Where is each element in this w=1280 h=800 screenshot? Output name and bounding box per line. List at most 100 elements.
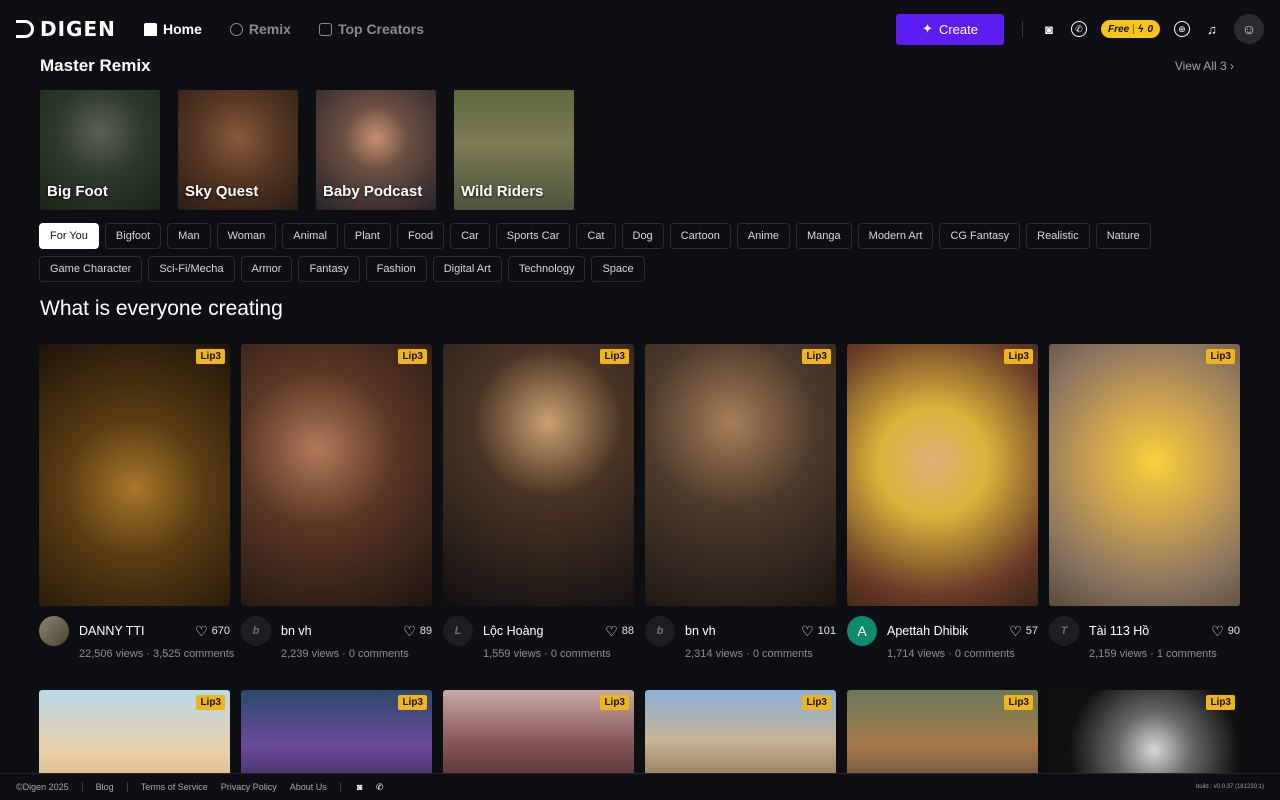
footer-link-terms[interactable]: Terms of Service bbox=[141, 782, 208, 792]
creator-avatar[interactable]: A bbox=[847, 616, 877, 646]
tag-sports-car[interactable]: Sports Car bbox=[495, 223, 571, 249]
footer-link-about[interactable]: About Us bbox=[290, 782, 327, 792]
card-meta: b bn vh ♡ 101 2,314 views · 0 comments bbox=[645, 606, 836, 676]
tag-cat[interactable]: Cat bbox=[576, 223, 616, 249]
lightning-icon: ϟ bbox=[1138, 23, 1144, 35]
feed-thumbnail[interactable]: Lip3 bbox=[645, 344, 836, 606]
tag-technology[interactable]: Technology bbox=[507, 256, 586, 282]
like-button[interactable]: ♡ 89 bbox=[403, 624, 432, 638]
master-remix-row: Big Foot Sky Quest Baby Podcast Wild Rid… bbox=[40, 90, 574, 210]
whatsapp-icon[interactable]: ✆ bbox=[1071, 21, 1088, 37]
tag-sci-fi-mecha[interactable]: Sci-Fi/Mecha bbox=[148, 256, 235, 282]
plan-divider bbox=[1133, 24, 1135, 34]
tag-fantasy[interactable]: Fantasy bbox=[298, 256, 360, 282]
card-stats: 1,714 views · 0 comments bbox=[887, 648, 1015, 660]
card-meta: L Lộc Hoàng ♡ 88 1,559 views · 0 comments bbox=[443, 606, 634, 676]
brand-logo[interactable]: DIGEN bbox=[16, 17, 134, 41]
globe-icon[interactable]: ⊕ bbox=[1174, 21, 1190, 37]
footer-link-privacy[interactable]: Privacy Policy bbox=[221, 782, 277, 792]
feed-thumbnail[interactable]: Lip3 bbox=[1049, 344, 1240, 606]
remix-card-baby-podcast[interactable]: Baby Podcast bbox=[316, 90, 436, 210]
model-badge: Lip3 bbox=[196, 349, 225, 364]
model-badge: Lip3 bbox=[196, 695, 225, 710]
creator-name[interactable]: Apettah Dhibik bbox=[887, 624, 968, 638]
feed-card[interactable]: Lip3 T Tài 113 Hồ ♡ 90 2,159 views · 1 co… bbox=[1049, 344, 1240, 676]
plan-badge[interactable]: Free ϟ 0 bbox=[1101, 20, 1160, 38]
remix-card-wild-riders[interactable]: Wild Riders bbox=[454, 90, 574, 210]
feed-thumbnail[interactable]: Lip3 bbox=[241, 344, 432, 606]
tag-car[interactable]: Car bbox=[450, 223, 490, 249]
card-stats: 2,239 views · 0 comments bbox=[281, 648, 409, 660]
like-count: 89 bbox=[419, 625, 432, 637]
user-avatar-button[interactable]: ☺ bbox=[1234, 14, 1264, 44]
tag-man[interactable]: Man bbox=[167, 223, 211, 249]
whatsapp-icon[interactable]: ✆ bbox=[374, 781, 386, 793]
creator-name[interactable]: bn vh bbox=[281, 624, 312, 638]
footer-link-blog[interactable]: Blog bbox=[96, 782, 114, 792]
tag-armor[interactable]: Armor bbox=[240, 256, 293, 282]
like-button[interactable]: ♡ 90 bbox=[1211, 624, 1240, 638]
tag-nature[interactable]: Nature bbox=[1095, 223, 1151, 249]
like-button[interactable]: ♡ 57 bbox=[1009, 624, 1038, 638]
tag-animal[interactable]: Animal bbox=[282, 223, 338, 249]
create-button[interactable]: ✦ Create bbox=[896, 13, 1005, 45]
tag-food[interactable]: Food bbox=[396, 223, 445, 249]
tag-digital-art[interactable]: Digital Art bbox=[432, 256, 502, 282]
tag-manga[interactable]: Manga bbox=[796, 223, 852, 249]
discord-icon[interactable]: ◙ bbox=[1041, 21, 1057, 37]
feed-card[interactable]: Lip3 DANNY TTI ♡ 670 22,506 views · 3,525… bbox=[39, 344, 234, 676]
tag-plant[interactable]: Plant bbox=[343, 223, 391, 249]
tag-fashion[interactable]: Fashion bbox=[365, 256, 427, 282]
tag-space[interactable]: Space bbox=[591, 256, 645, 282]
card-stats: 2,159 views · 1 comments bbox=[1089, 648, 1217, 660]
nav-remix-label: Remix bbox=[248, 21, 291, 37]
remix-card-big-foot[interactable]: Big Foot bbox=[40, 90, 160, 210]
model-badge: Lip3 bbox=[600, 349, 629, 364]
tag-anime[interactable]: Anime bbox=[736, 223, 791, 249]
creator-avatar[interactable] bbox=[39, 616, 69, 646]
creator-avatar[interactable]: T bbox=[1049, 616, 1079, 646]
discord-icon[interactable]: ◙ bbox=[354, 781, 366, 793]
like-button[interactable]: ♡ 670 bbox=[195, 624, 230, 638]
creator-avatar[interactable]: b bbox=[241, 616, 271, 646]
tag-realistic[interactable]: Realistic bbox=[1026, 223, 1090, 249]
plan-label: Free bbox=[1108, 23, 1130, 35]
like-button[interactable]: ♡ 88 bbox=[605, 624, 634, 638]
feed-card[interactable]: Lip3 b bn vh ♡ 89 2,239 views · 0 comment… bbox=[241, 344, 432, 676]
feed-thumbnail[interactable]: Lip3 bbox=[443, 344, 634, 606]
model-badge: Lip3 bbox=[1206, 349, 1235, 364]
tag-modern-art[interactable]: Modern Art bbox=[857, 223, 934, 249]
creator-avatar[interactable]: L bbox=[443, 616, 473, 646]
tag-game-character[interactable]: Game Character bbox=[39, 256, 143, 282]
feed-card[interactable]: Lip3 A Apettah Dhibik ♡ 57 1,714 views · … bbox=[847, 344, 1038, 676]
main-nav: Home Remix Top Creators bbox=[144, 21, 424, 37]
remix-icon bbox=[229, 22, 243, 36]
nav-top-creators-label: Top Creators bbox=[337, 21, 425, 37]
model-badge: Lip3 bbox=[1004, 349, 1033, 364]
tag-cartoon[interactable]: Cartoon bbox=[669, 223, 731, 249]
creator-name[interactable]: bn vh bbox=[685, 624, 716, 638]
feed-card[interactable]: Lip3 L Lộc Hoàng ♡ 88 1,559 views · 0 com… bbox=[443, 344, 634, 676]
remix-card-sky-quest[interactable]: Sky Quest bbox=[178, 90, 298, 210]
nav-remix[interactable]: Remix bbox=[229, 21, 291, 37]
feed-thumbnail[interactable]: Lip3 bbox=[39, 344, 230, 606]
tag-bigfoot[interactable]: Bigfoot bbox=[104, 223, 162, 249]
model-badge: Lip3 bbox=[1206, 695, 1235, 710]
nav-top-creators[interactable]: Top Creators bbox=[318, 21, 425, 37]
view-all-label: View All 3 bbox=[1174, 59, 1227, 73]
tag-cg-fantasy[interactable]: CG Fantasy bbox=[939, 223, 1021, 249]
feed-card[interactable]: Lip3 b bn vh ♡ 101 2,314 views · 0 commen… bbox=[645, 344, 836, 676]
like-count: 670 bbox=[211, 625, 230, 637]
bell-icon[interactable]: ♫ bbox=[1204, 21, 1220, 37]
nav-home[interactable]: Home bbox=[144, 21, 202, 37]
feed-thumbnail[interactable]: Lip3 bbox=[847, 344, 1038, 606]
tag-dog[interactable]: Dog bbox=[621, 223, 664, 249]
tag-woman[interactable]: Woman bbox=[216, 223, 277, 249]
like-button[interactable]: ♡ 101 bbox=[801, 624, 836, 638]
tag-for-you[interactable]: For You bbox=[39, 223, 99, 249]
creator-name[interactable]: Lộc Hoàng bbox=[483, 624, 543, 638]
creator-avatar[interactable]: b bbox=[645, 616, 675, 646]
view-all-link[interactable]: View All 3 › bbox=[1175, 59, 1234, 73]
creator-name[interactable]: Tài 113 Hồ bbox=[1089, 624, 1149, 638]
creator-name[interactable]: DANNY TTI bbox=[79, 624, 145, 638]
